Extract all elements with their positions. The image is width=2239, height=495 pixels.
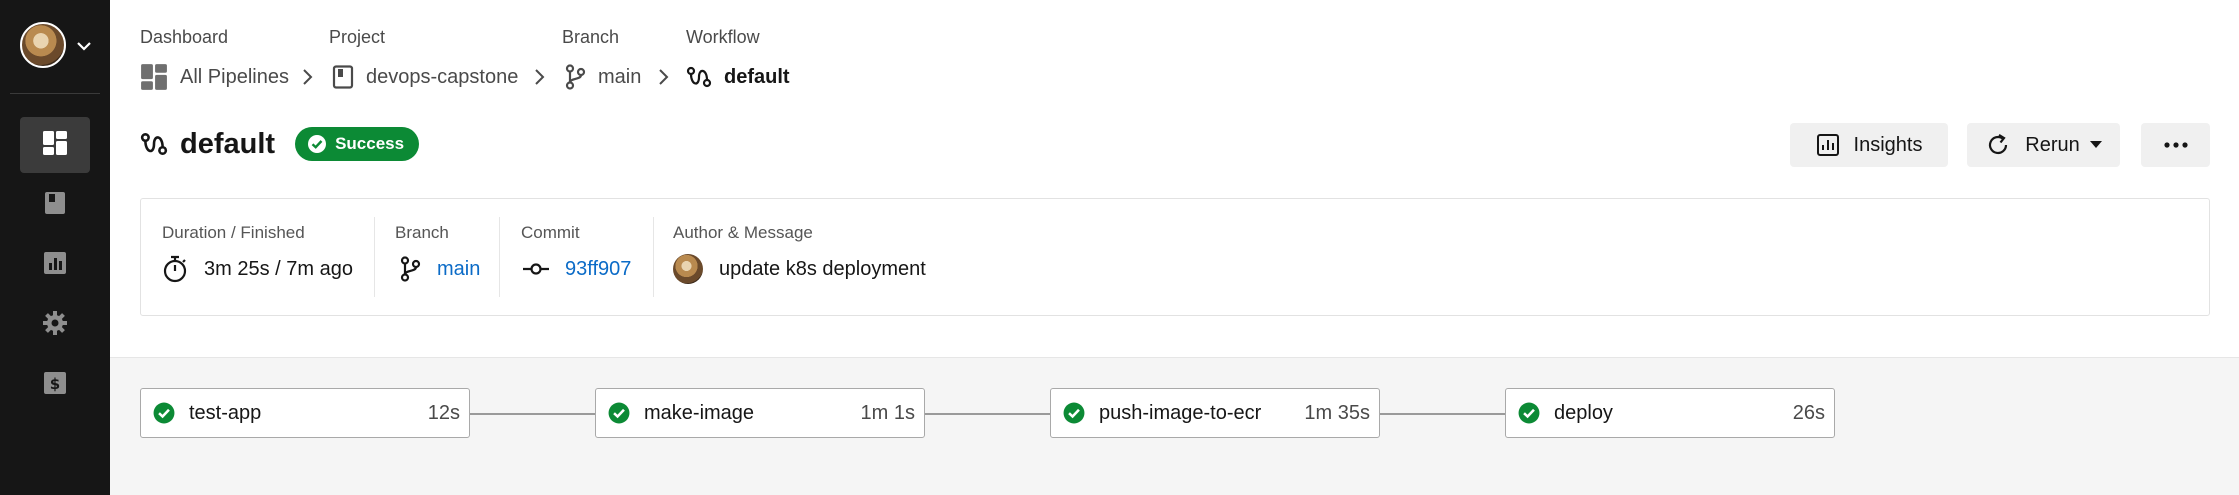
more-options-button[interactable] <box>2141 123 2210 167</box>
job-connector <box>1380 413 1505 415</box>
git-branch-icon <box>564 64 586 90</box>
avatar[interactable] <box>20 22 66 68</box>
sidebar-item-insights[interactable] <box>20 237 90 293</box>
job-node[interactable]: make-image 1m 1s <box>595 388 925 438</box>
insights-chart-icon <box>1816 133 1840 157</box>
breadcrumb-all-pipelines[interactable]: All Pipelines <box>140 63 289 91</box>
stopwatch-icon <box>162 255 188 283</box>
sidebar-item-billing[interactable]: $ <box>20 357 90 413</box>
project-book-icon <box>44 191 66 220</box>
breadcrumb-label-workflow: Workflow <box>686 27 760 47</box>
job-name: test-app <box>189 401 262 424</box>
check-circle-icon <box>153 402 175 424</box>
insights-label: Insights <box>1853 133 1923 156</box>
check-circle-icon <box>608 402 630 424</box>
check-circle-icon <box>307 134 327 154</box>
commit-link[interactable]: 93ff907 <box>565 258 631 281</box>
breadcrumb-project[interactable]: devops-capstone <box>332 63 518 91</box>
author-message-label: Author & Message <box>673 223 813 242</box>
breadcrumb-text: default <box>724 65 790 88</box>
chevron-down-icon[interactable] <box>76 38 92 59</box>
commit-label: Commit <box>521 223 580 242</box>
commit-message: update k8s deployment <box>719 257 926 280</box>
job-name: make-image <box>644 401 755 424</box>
job-node[interactable]: push-image-to-ecr 1m 35s <box>1050 388 1380 438</box>
job-node[interactable]: deploy 26s <box>1505 388 1835 438</box>
status-label: Success <box>335 134 405 153</box>
rerun-button[interactable]: Rerun <box>1967 123 2120 167</box>
svg-text:$: $ <box>50 375 60 393</box>
breadcrumb-label-branch: Branch <box>562 27 620 47</box>
workflow-icon <box>686 65 712 89</box>
breadcrumb-workflow: default <box>686 63 790 91</box>
insights-chart-icon <box>43 251 67 280</box>
chevron-right-icon <box>658 68 670 91</box>
billing-dollar-icon: $ <box>43 371 67 400</box>
job-name: push-image-to-ecr <box>1099 401 1262 424</box>
user-menu[interactable] <box>20 22 105 70</box>
branch-link[interactable]: main <box>437 258 480 281</box>
job-duration: 1m 1s <box>860 401 915 424</box>
dashboard-icon <box>42 130 68 161</box>
job-connector <box>925 413 1050 415</box>
commit-value: 93ff907 <box>523 254 631 284</box>
job-duration: 12s <box>427 401 460 424</box>
check-circle-icon <box>1063 402 1085 424</box>
refresh-icon <box>1985 132 2011 158</box>
more-horizontal-icon <box>2163 142 2188 148</box>
breadcrumb-branch[interactable]: main <box>564 63 641 91</box>
sidebar-item-settings[interactable] <box>20 297 90 353</box>
sidebar: $ <box>0 0 110 495</box>
divider <box>653 217 654 297</box>
breadcrumb-text: devops-capstone <box>366 65 519 88</box>
workflow-summary-card: Duration / Finished 3m 25s / 7m ago Bran… <box>140 198 2210 316</box>
sidebar-item-dashboard[interactable] <box>20 117 90 173</box>
duration-label: Duration / Finished <box>162 223 305 242</box>
job-name: deploy <box>1554 401 1613 424</box>
status-badge: Success <box>295 127 420 161</box>
rerun-label: Rerun <box>2025 133 2080 156</box>
chevron-right-icon <box>302 68 314 91</box>
job-duration: 1m 35s <box>1304 401 1370 424</box>
divider <box>374 217 375 297</box>
caret-down-icon[interactable] <box>2089 141 2102 149</box>
job-connector <box>470 413 595 415</box>
breadcrumb-text: main <box>598 65 642 88</box>
chevron-right-icon <box>534 68 546 91</box>
job-node[interactable]: test-app 12s <box>140 388 470 438</box>
workflow-icon <box>140 131 168 157</box>
duration-value: 3m 25s / 7m ago <box>162 254 353 284</box>
author-message-value: update k8s deployment <box>673 254 926 284</box>
check-circle-icon <box>1518 402 1540 424</box>
git-branch-icon <box>399 256 421 282</box>
divider <box>499 217 500 297</box>
breadcrumb-label-dashboard: Dashboard <box>140 27 229 47</box>
job-duration: 26s <box>1792 401 1825 424</box>
gear-icon <box>42 310 68 341</box>
sidebar-divider <box>10 93 100 94</box>
branch-label: Branch <box>395 223 449 242</box>
dashboard-icon <box>140 63 168 91</box>
author-avatar <box>673 254 703 284</box>
breadcrumb-label-project: Project <box>329 27 386 47</box>
git-commit-icon <box>523 262 549 276</box>
sidebar-item-projects[interactable] <box>20 177 90 233</box>
breadcrumb-text: All Pipelines <box>180 65 289 88</box>
insights-button[interactable]: Insights <box>1790 123 1948 167</box>
page-title: default <box>180 127 276 160</box>
project-book-icon <box>332 65 354 89</box>
duration-text: 3m 25s / 7m ago <box>204 257 353 280</box>
page-header: default Success <box>140 126 420 162</box>
branch-value: main <box>399 254 480 284</box>
